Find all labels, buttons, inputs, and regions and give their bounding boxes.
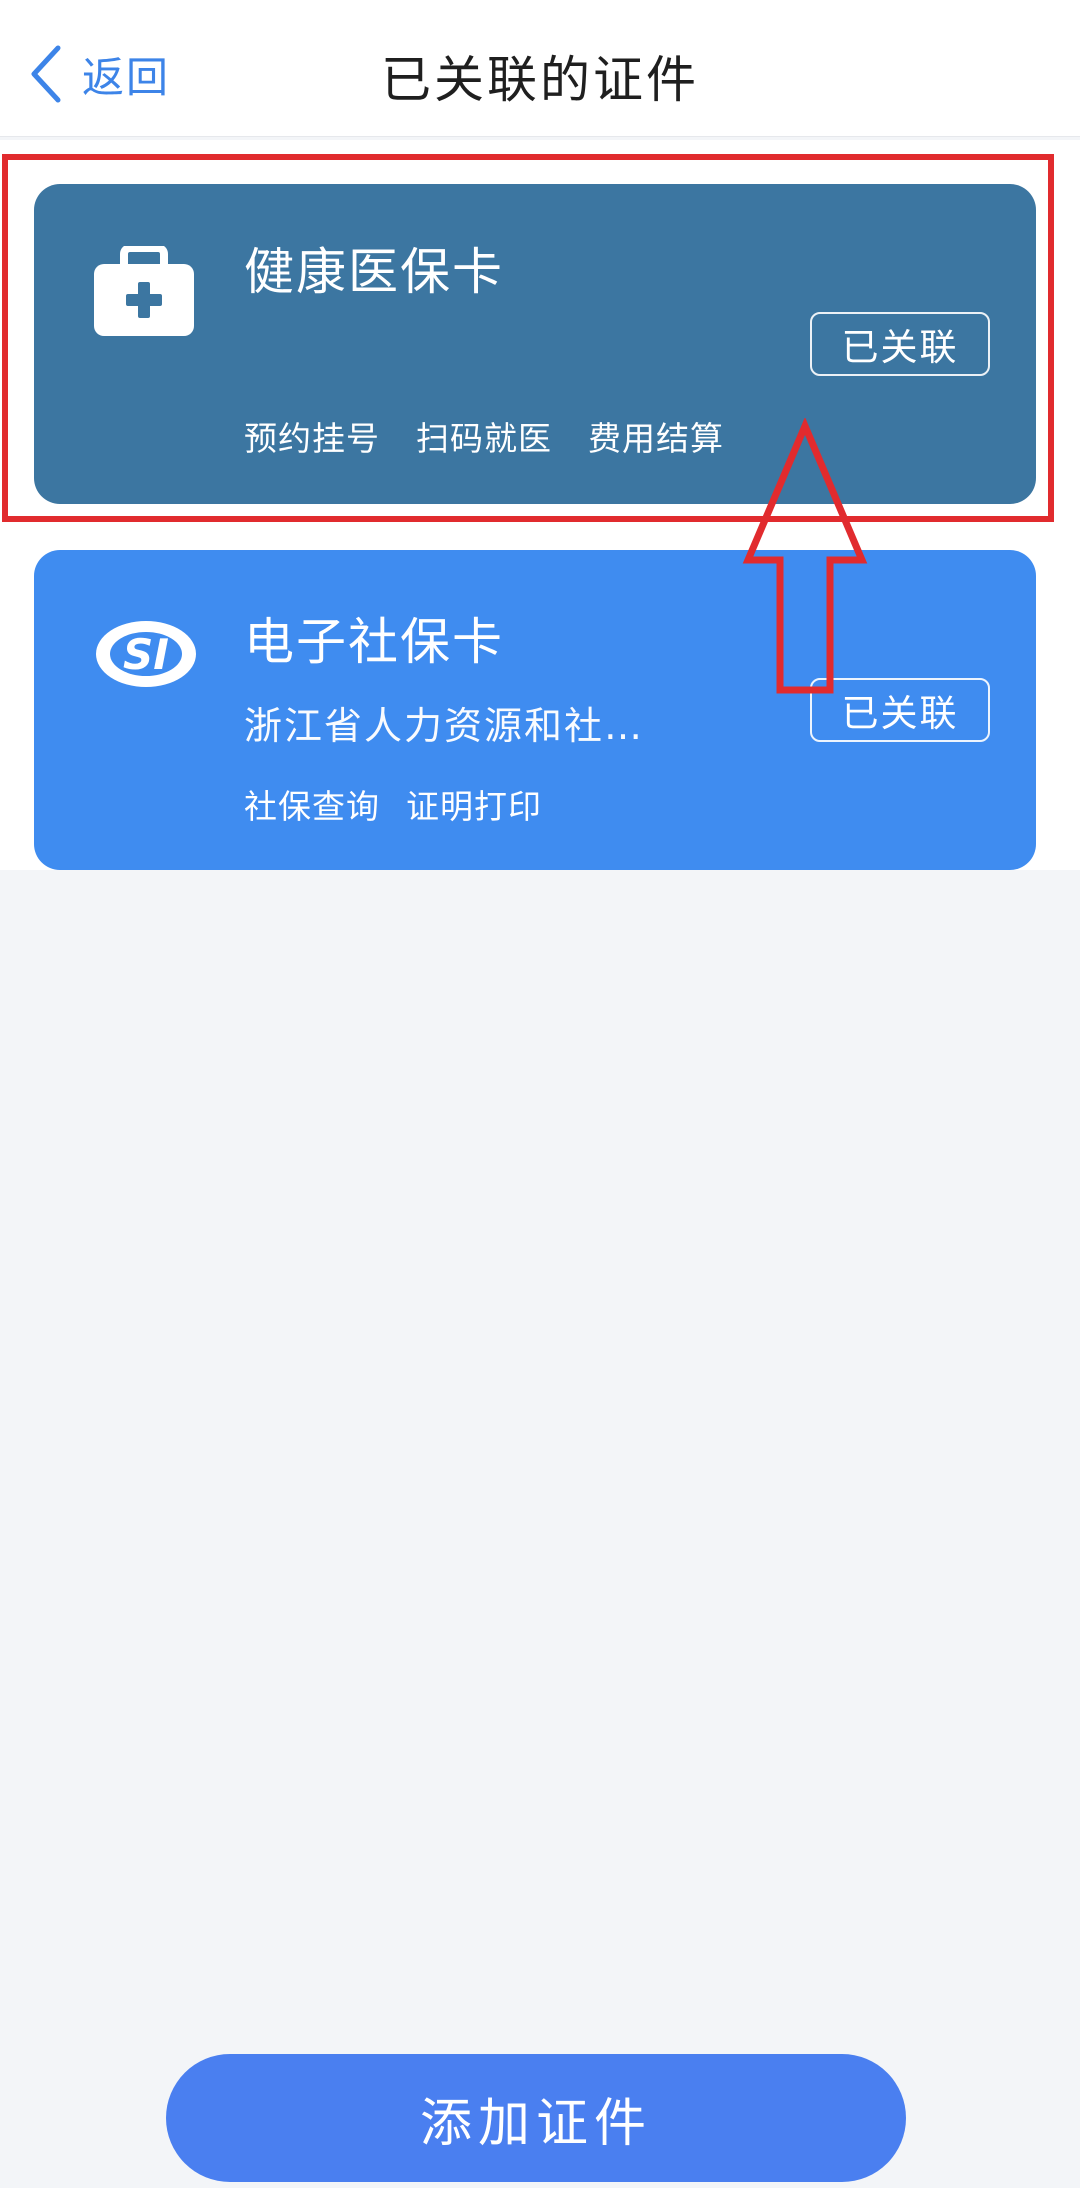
card-issuer: 浙江省人力资源和社… <box>244 704 645 748</box>
add-document-button[interactable]: 添加证件 <box>166 2054 906 2182</box>
card-name: 电子社保卡 <box>244 613 504 671</box>
linked-documents-page: 返回 已关联的证件 健康医保卡 已关联 预约挂号 扫码就医 费用结算 SI 电子… <box>0 0 1080 2188</box>
service-certificate-print[interactable]: 证明打印 <box>406 780 542 828</box>
linked-status-badge: 已关联 <box>810 312 990 376</box>
service-list: 社保查询 证明打印 <box>244 780 542 828</box>
service-scan-visit[interactable]: 扫码就医 <box>416 412 552 460</box>
nav-bar: 返回 已关联的证件 <box>0 0 1080 137</box>
service-appointment[interactable]: 预约挂号 <box>244 412 380 460</box>
linked-status-badge: 已关联 <box>810 678 990 742</box>
page-title: 已关联的证件 <box>381 51 699 109</box>
service-list: 预约挂号 扫码就医 费用结算 <box>244 412 724 460</box>
svg-text:SI: SI <box>123 630 169 679</box>
card-health-insurance[interactable]: 健康医保卡 已关联 预约挂号 扫码就医 费用结算 <box>34 184 1036 504</box>
service-social-query[interactable]: 社保查询 <box>244 780 380 828</box>
si-logo-icon: SI <box>96 621 196 687</box>
medical-kit-icon <box>94 246 194 336</box>
service-settlement[interactable]: 费用结算 <box>588 412 724 460</box>
card-social-security[interactable]: SI 电子社保卡 浙江省人力资源和社… 已关联 社保查询 证明打印 <box>34 550 1036 870</box>
card-name: 健康医保卡 <box>244 243 504 301</box>
